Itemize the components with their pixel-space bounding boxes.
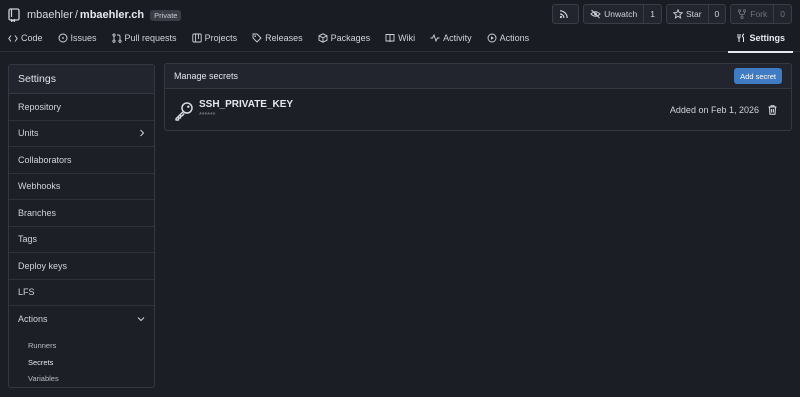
sidebar-item-units[interactable]: Units xyxy=(9,121,154,147)
panel-title: Manage secrets xyxy=(174,71,239,81)
tab-code-label: Code xyxy=(21,33,43,43)
package-icon xyxy=(318,33,328,43)
unwatch-button[interactable]: Unwatch 1 xyxy=(583,4,662,24)
sidebar-subitem-secrets[interactable]: Secrets xyxy=(9,354,154,371)
sidebar-item-label: Repository xyxy=(18,101,62,112)
sidebar-subitem-label: Variables xyxy=(28,374,59,384)
play-icon xyxy=(487,33,497,43)
repo-header: mbaehler / mbaehler.ch Private Unwatch 1… xyxy=(0,0,800,53)
star-count[interactable]: 0 xyxy=(707,5,726,23)
add-secret-button[interactable]: Add secret xyxy=(734,68,782,84)
sidebar-item-collaborators[interactable]: Collaborators xyxy=(9,147,154,174)
star-label: Star xyxy=(685,9,702,19)
fork-icon xyxy=(738,9,747,19)
tab-releases-label: Releases xyxy=(265,33,303,43)
sidebar-subitem-label: Runners xyxy=(28,341,57,351)
sidebar-title: Settings xyxy=(9,65,154,94)
book-icon xyxy=(385,34,395,43)
tab-settings[interactable]: Settings xyxy=(728,30,793,53)
tab-activity-label: Activity xyxy=(443,33,472,43)
rss-icon xyxy=(560,10,568,19)
tab-active-indicator xyxy=(728,51,793,53)
watch-count[interactable]: 1 xyxy=(643,5,661,23)
code-icon xyxy=(8,34,18,42)
tab-issues[interactable]: Issues xyxy=(58,30,97,46)
tab-wiki[interactable]: Wiki xyxy=(385,30,415,46)
repo-icon xyxy=(8,8,20,22)
trash-icon[interactable] xyxy=(768,105,777,115)
projects-icon xyxy=(191,33,202,43)
sidebar-item-lfs[interactable]: LFS xyxy=(9,280,154,306)
tab-code[interactable]: Code xyxy=(8,30,43,46)
secret-masked-value: ****** xyxy=(199,112,216,119)
sidebar-item-branches[interactable]: Branches xyxy=(9,200,154,227)
key-icon xyxy=(175,102,193,121)
settings-sidebar: Settings Repository Units Collaborators … xyxy=(8,64,155,388)
sidebar-item-label: LFS xyxy=(18,287,35,298)
tab-releases[interactable]: Releases xyxy=(252,30,303,46)
pull-request-icon xyxy=(111,33,122,43)
chevron-down-icon xyxy=(137,317,145,322)
sidebar-subitem-variables[interactable]: Variables xyxy=(9,371,154,388)
sidebar-item-label: Actions xyxy=(18,314,48,325)
repo-owner-link[interactable]: mbaehler xyxy=(27,9,73,21)
star-icon xyxy=(672,9,683,19)
tab-projects-label: Projects xyxy=(204,33,238,43)
tag-icon xyxy=(252,33,262,43)
sidebar-item-label: Branches xyxy=(18,207,57,218)
tab-pull-requests[interactable]: Pull requests xyxy=(111,30,177,46)
tools-icon xyxy=(737,33,745,42)
sidebar-item-label: Tags xyxy=(18,234,38,245)
sidebar-item-actions[interactable]: Actions xyxy=(9,306,154,333)
sidebar-item-deploy-keys[interactable]: Deploy keys xyxy=(9,253,154,280)
fork-button[interactable]: Fork 0 xyxy=(730,4,792,24)
pulse-icon xyxy=(430,33,440,43)
secret-row: SSH_PRIVATE_KEY ****** Added on Feb 1, 2… xyxy=(165,89,791,130)
repo-tabs: Code Issues Pull requests Projects Relea… xyxy=(8,30,544,52)
sidebar-item-label: Webhooks xyxy=(18,181,61,192)
rss-button[interactable] xyxy=(552,4,580,24)
sidebar-item-label: Collaborators xyxy=(18,154,72,165)
sidebar-subitem-label: Secrets xyxy=(28,357,54,367)
tab-pull-requests-label: Pull requests xyxy=(124,33,177,43)
tab-packages-label: Packages xyxy=(330,33,371,43)
tab-actions[interactable]: Actions xyxy=(487,30,530,46)
tab-actions-label: Actions xyxy=(499,33,530,43)
tab-settings-label: Settings xyxy=(749,33,785,43)
repo-name-link[interactable]: mbaehler.ch xyxy=(80,9,144,21)
tab-activity[interactable]: Activity xyxy=(430,30,472,46)
fork-count[interactable]: 0 xyxy=(773,5,791,23)
repo-title: mbaehler / mbaehler.ch Private xyxy=(8,7,182,23)
panel-header: Manage secrets Add secret xyxy=(165,64,791,89)
fork-label: Fork xyxy=(750,9,768,19)
sidebar-item-webhooks[interactable]: Webhooks xyxy=(9,174,154,200)
repo-separator: / xyxy=(74,9,78,21)
star-button[interactable]: Star 0 xyxy=(665,4,727,24)
tab-packages[interactable]: Packages xyxy=(318,30,371,46)
unwatch-label: Unwatch xyxy=(604,9,638,19)
eye-slash-icon xyxy=(590,9,601,19)
sidebar-item-tags[interactable]: Tags xyxy=(9,227,154,253)
sidebar-item-label: Deploy keys xyxy=(18,260,68,271)
chevron-right-icon xyxy=(140,129,145,137)
tab-projects[interactable]: Projects xyxy=(191,30,238,46)
issues-icon xyxy=(58,33,68,43)
secrets-panel: Manage secrets Add secret SSH_PRIVATE_KE… xyxy=(164,63,792,131)
tab-wiki-label: Wiki xyxy=(398,33,416,43)
tab-issues-label: Issues xyxy=(70,33,97,43)
secret-name: SSH_PRIVATE_KEY xyxy=(199,99,294,110)
secret-added-date: Added on Feb 1, 2026 xyxy=(669,105,759,115)
sidebar-item-label: Units xyxy=(18,128,39,139)
sidebar-item-repository[interactable]: Repository xyxy=(9,94,154,121)
sidebar-subitem-runners[interactable]: Runners xyxy=(9,338,154,355)
visibility-badge: Private xyxy=(150,9,182,21)
